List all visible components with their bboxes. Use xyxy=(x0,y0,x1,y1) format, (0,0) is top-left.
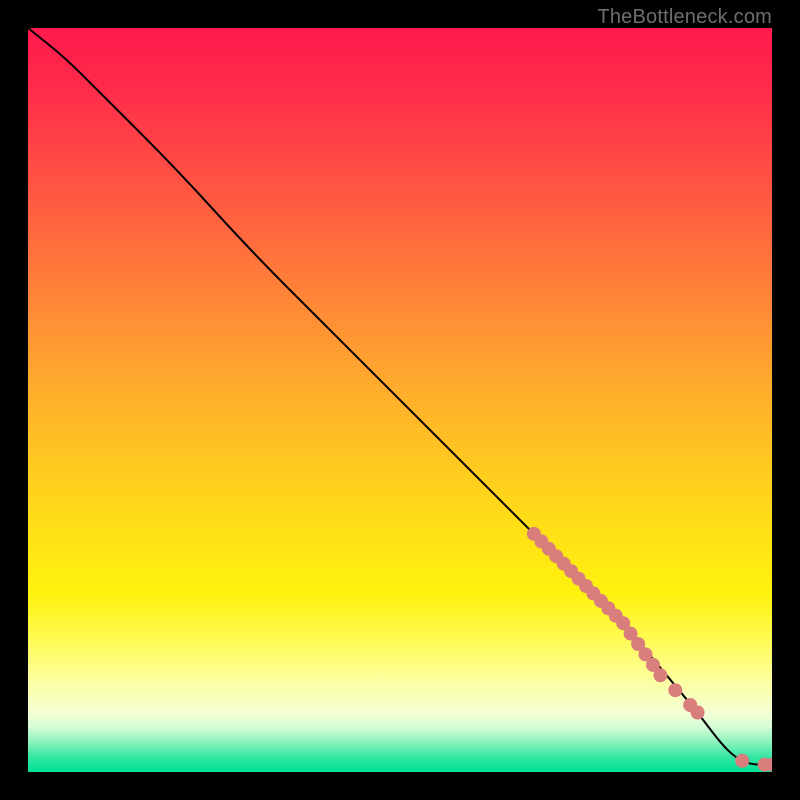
plot-area xyxy=(28,28,772,772)
data-point xyxy=(653,668,667,682)
chart-svg xyxy=(28,28,772,772)
data-point xyxy=(668,683,682,697)
data-markers xyxy=(527,527,772,772)
data-point xyxy=(735,754,749,768)
watermark-text: TheBottleneck.com xyxy=(597,6,772,29)
data-point xyxy=(691,706,705,720)
bottleneck-curve xyxy=(28,28,772,765)
chart-frame: TheBottleneck.com xyxy=(0,0,800,800)
